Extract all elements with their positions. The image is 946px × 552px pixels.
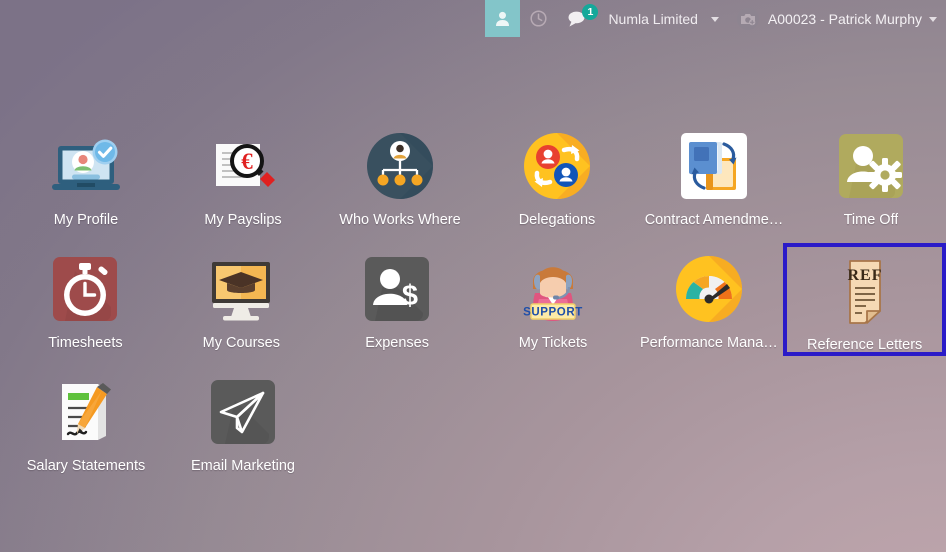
app-label: Performance Mana… [639,335,778,351]
messages-button[interactable]: 1 [557,0,599,37]
app-time-off[interactable]: Time Off [800,120,942,243]
app-switcher-screen: 1 Numla Limited A00023 - Patrick Murphy [0,0,946,552]
app-label: My Tickets [518,335,588,351]
time-off-icon [833,128,909,204]
app-label: Timesheets [48,335,123,351]
user-menu-button[interactable] [485,0,521,37]
app-label: Delegations [518,212,596,228]
avatar [736,7,759,30]
app-row: My Profile € My Payslips Who Works Where… [0,120,946,243]
app-email-marketing[interactable]: Email Marketing [172,366,314,489]
app-performance-management[interactable]: Performance Mana… [638,243,779,366]
contract-amendments-icon [676,128,752,204]
activities-button[interactable] [520,0,557,37]
email-marketing-icon [205,374,281,450]
chevron-down-icon [929,17,937,22]
top-navbar: 1 Numla Limited A00023 - Patrick Murphy [0,0,946,37]
user-name-label: A00023 - Patrick Murphy [767,10,922,27]
delegations-icon [519,128,595,204]
ref-text: REF [847,267,882,284]
app-timesheets[interactable]: Timesheets [15,243,156,366]
user-account-menu[interactable]: A00023 - Patrick Murphy [728,0,946,37]
support-badge-text: SUPPORT [523,307,583,319]
my-payslips-icon: € [205,128,281,204]
chevron-down-icon [710,17,719,22]
salary-statements-icon [48,374,124,450]
messages-count-badge: 1 [582,4,599,20]
company-switcher[interactable]: Numla Limited [599,0,727,37]
app-grid: My Profile € My Payslips Who Works Where… [0,120,946,489]
app-label: My Profile [53,212,119,228]
app-reference-letters[interactable]: REF Reference Letters [783,243,946,356]
app-label: My Payslips [204,212,282,228]
app-label: Salary Statements [26,458,146,474]
my-profile-icon [48,128,124,204]
app-my-tickets[interactable]: SUPPORT My Tickets [483,243,624,366]
timesheets-icon [47,251,123,327]
svg-text:$: $ [402,280,418,312]
expenses-icon: $ [359,251,435,327]
performance-management-icon [671,251,747,327]
app-row: Timesheets My Courses $ Expenses SUPPORT… [0,243,946,366]
app-label: Contract Amendme… [644,212,784,228]
company-name-label: Numla Limited [608,10,698,27]
app-label: Time Off [843,212,899,228]
app-salary-statements[interactable]: Salary Statements [15,366,157,489]
topbar-right-group: 1 Numla Limited A00023 - Patrick Murphy [485,0,946,37]
app-row: Salary Statements Email Marketing [0,366,946,489]
reference-letters-icon: REF [827,253,903,329]
who-works-where-icon [362,128,438,204]
my-tickets-icon: SUPPORT [515,251,591,327]
app-who-works-where[interactable]: Who Works Where [329,120,471,243]
payslip-currency-symbol: € [241,149,253,174]
app-label: My Courses [202,335,280,351]
app-my-courses[interactable]: My Courses [171,243,312,366]
user-icon [495,11,510,27]
app-label: Email Marketing [191,458,295,474]
app-my-payslips[interactable]: € My Payslips [172,120,314,243]
app-expenses[interactable]: $ Expenses [327,243,468,366]
app-label: Expenses [365,335,429,351]
clock-icon [530,10,547,27]
my-courses-icon [203,251,279,327]
app-label: Reference Letters [807,337,923,352]
app-contract-amendments[interactable]: Contract Amendme… [643,120,785,243]
app-my-profile[interactable]: My Profile [15,120,157,243]
app-delegations[interactable]: Delegations [486,120,628,243]
app-label: Who Works Where [339,212,461,228]
